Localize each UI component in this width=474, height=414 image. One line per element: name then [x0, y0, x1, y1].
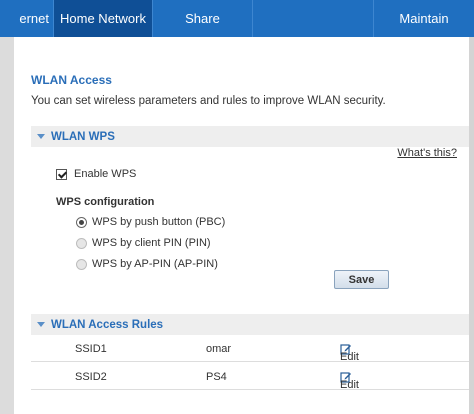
enable-wps-checkbox[interactable] — [56, 168, 67, 180]
radio-ap-pin[interactable] — [76, 258, 87, 270]
radio-pin-label: WPS by client PIN (PIN) — [92, 237, 211, 249]
edit-button[interactable]: Edit — [340, 371, 359, 391]
collapse-caret-icon — [37, 134, 45, 139]
tab-internet[interactable]: ernet — [0, 0, 54, 37]
section-title-wlan-access-rules: WLAN Access Rules — [51, 318, 164, 331]
radio-pbc[interactable] — [76, 216, 87, 228]
tab-maintain[interactable]: Maintain — [374, 0, 474, 37]
tab-blank[interactable] — [253, 0, 374, 37]
wps-option-pin[interactable]: WPS by client PIN (PIN) — [76, 237, 211, 249]
page-description: You can set wireless parameters and rule… — [31, 95, 386, 107]
content-panel: WLAN Access You can set wireless paramet… — [14, 37, 474, 414]
section-header-wlan-wps[interactable]: WLAN WPS — [31, 126, 471, 147]
radio-pbc-label: WPS by push button (PBC) — [92, 216, 226, 228]
enable-wps-row[interactable]: Enable WPS — [56, 168, 136, 180]
ssid-cell: SSID1 — [75, 343, 107, 355]
wps-configuration-label: WPS configuration — [56, 196, 155, 208]
save-button[interactable]: Save — [334, 270, 389, 289]
wps-option-pbc[interactable]: WPS by push button (PBC) — [76, 216, 225, 228]
top-navigation: ernet Home Network Share Maintain — [0, 0, 474, 37]
name-cell: omar — [206, 343, 232, 355]
radio-pin[interactable] — [76, 237, 87, 249]
table-row: SSID2 PS4 Edit — [31, 363, 471, 391]
section-header-wlan-access-rules[interactable]: WLAN Access Rules — [31, 314, 471, 335]
edit-button[interactable]: Edit — [340, 343, 359, 363]
ssid-cell: SSID2 — [75, 371, 107, 383]
table-row: SSID1 omar Edit — [31, 335, 471, 363]
collapse-caret-icon — [37, 322, 45, 327]
tab-home-network[interactable]: Home Network — [54, 0, 153, 37]
whats-this-link[interactable]: What's this? — [397, 147, 457, 159]
scrollbar[interactable] — [469, 37, 474, 414]
enable-wps-label: Enable WPS — [74, 168, 137, 180]
wps-option-ap-pin[interactable]: WPS by AP-PIN (AP-PIN) — [76, 258, 218, 270]
edit-label: Edit — [340, 351, 359, 363]
section-title-wlan-wps: WLAN WPS — [51, 130, 115, 143]
name-cell: PS4 — [206, 371, 227, 383]
tab-share[interactable]: Share — [153, 0, 253, 37]
radio-ap-pin-label: WPS by AP-PIN (AP-PIN) — [92, 258, 218, 270]
edit-label: Edit — [340, 379, 359, 391]
page-title: WLAN Access — [31, 73, 112, 87]
left-sidebar-edge — [0, 37, 14, 414]
